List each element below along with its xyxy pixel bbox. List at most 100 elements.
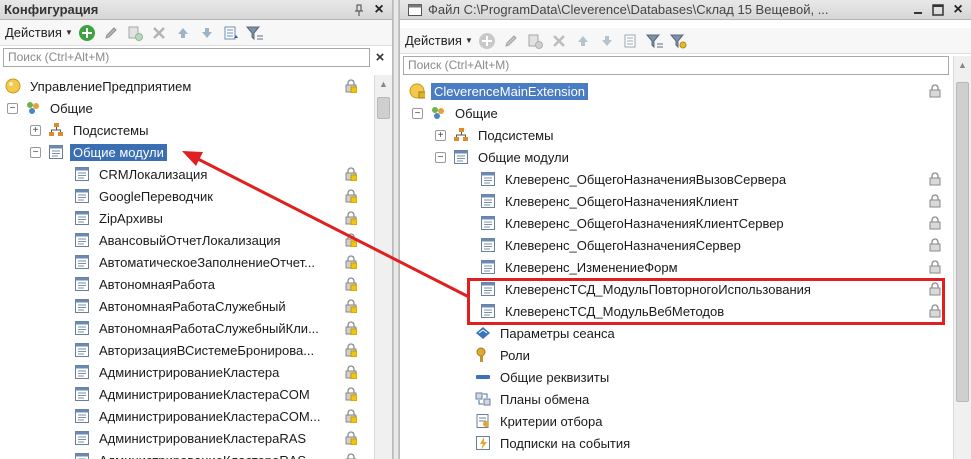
tree-item[interactable]: − Общие модули xyxy=(0,141,374,163)
edit-icon[interactable] xyxy=(101,23,121,43)
lock-icon xyxy=(345,365,357,379)
tree-item[interactable]: АвторизацияВСистемеБронирова... xyxy=(0,339,374,361)
scroll-up-icon[interactable]: ▲ xyxy=(375,75,392,93)
tree-item[interactable]: − Общие xyxy=(0,97,374,119)
minimize-icon[interactable] xyxy=(909,2,927,18)
tree-item[interactable]: АдминистрированиеКластера xyxy=(0,361,374,383)
add-icon[interactable] xyxy=(77,23,97,43)
tree-item[interactable]: − Общие xyxy=(400,102,953,124)
tree-item[interactable]: АвтономнаяРаботаСлужебный xyxy=(0,295,374,317)
configuration-tree: УправлениеПредприятием − Общие + Подсистемы −… xyxy=(0,75,374,459)
move-down-icon[interactable] xyxy=(597,31,617,51)
config-root-icon xyxy=(5,78,21,94)
tree-item[interactable]: Клеверенс_ОбщегоНазначенияСервер xyxy=(400,234,953,256)
tree-item-label: Подсистемы xyxy=(478,127,554,143)
tree-item[interactable]: УправлениеПредприятием xyxy=(0,75,374,97)
tree-item[interactable]: CRMЛокализация xyxy=(0,163,374,185)
sort-icon[interactable] xyxy=(621,31,641,51)
collapse-icon[interactable]: − xyxy=(30,146,41,158)
filter-icon[interactable] xyxy=(645,31,665,51)
add-child-icon[interactable] xyxy=(525,31,545,51)
tree-item[interactable]: GoogleПереводчик xyxy=(0,185,374,207)
add-icon[interactable] xyxy=(477,31,497,51)
module-icon xyxy=(74,298,90,314)
maximize-icon[interactable] xyxy=(929,2,947,18)
move-down-icon[interactable] xyxy=(197,23,217,43)
delete-icon[interactable] xyxy=(549,31,569,51)
tree-item[interactable]: АвтономнаяРаботаСлужебныйКли... xyxy=(0,317,374,339)
close-icon[interactable]: × xyxy=(370,1,388,18)
tree-item[interactable]: АдминистрированиеКластераCOM xyxy=(0,383,374,405)
tree-item[interactable]: Параметры сеанса xyxy=(400,322,953,344)
search-input[interactable] xyxy=(403,55,949,75)
tree-item[interactable]: АвтономнаяРабота xyxy=(0,273,374,295)
tree-item[interactable]: Клеверенс_ОбщегоНазначенияКлиент xyxy=(400,190,953,212)
scroll-thumb[interactable] xyxy=(956,82,969,402)
tree-item[interactable]: Критерии отбора xyxy=(400,410,953,432)
tree-item-label: CRMЛокализация xyxy=(99,166,208,182)
scrollbar[interactable]: ▲ xyxy=(374,75,392,459)
tree-item[interactable]: CleverenceMainExtension xyxy=(400,80,953,102)
session-params-icon xyxy=(475,325,491,341)
tree-item-label: Клеверенс_ОбщегоНазначенияКлиент xyxy=(505,193,739,209)
tree-item[interactable]: Общие реквизиты xyxy=(400,366,953,388)
tree-item[interactable]: Планы обмена xyxy=(400,388,953,410)
move-up-icon[interactable] xyxy=(573,31,593,51)
tree-item[interactable]: Клеверенс_ИзменениеФорм xyxy=(400,256,953,278)
search-input[interactable] xyxy=(3,47,370,67)
lock-icon xyxy=(345,189,357,203)
tree-item[interactable]: Клеверенс_ОбщегоНазначенияВызовСервера xyxy=(400,168,953,190)
tree-item-label: АвторизацияВСистемеБронирова... xyxy=(99,342,315,358)
extension-tree: CleverenceMainExtension − Общие + Подсистемы… xyxy=(400,80,953,459)
chevron-down-icon: ▼ xyxy=(64,28,73,37)
roles-icon xyxy=(475,347,491,363)
lock-icon xyxy=(345,343,357,357)
tree-item[interactable]: + Подсистемы xyxy=(0,119,374,141)
collapse-icon[interactable]: − xyxy=(7,102,18,114)
tree-item[interactable]: АвтоматическоеЗаполнениеОтчет... xyxy=(0,251,374,273)
tree-item[interactable]: − Общие модули xyxy=(400,146,953,168)
tree-item[interactable]: АвансовыйОтчетЛокализация xyxy=(0,229,374,251)
expand-icon[interactable]: + xyxy=(435,129,446,141)
expand-icon[interactable]: + xyxy=(30,124,41,136)
lock-icon xyxy=(345,409,357,423)
window-icon xyxy=(406,2,424,18)
tree-item[interactable]: Подписки на события xyxy=(400,432,953,454)
collapse-icon[interactable]: − xyxy=(435,151,446,163)
lock-icon xyxy=(345,277,357,291)
tree-item-label: Клеверенс_ОбщегоНазначенияВызовСервера xyxy=(505,171,787,187)
tree-item[interactable]: АдминистрированиеКластераRAS... xyxy=(0,449,374,459)
scrollbar[interactable]: ▲ xyxy=(953,56,971,459)
lock-icon xyxy=(345,255,357,269)
scroll-thumb[interactable] xyxy=(377,97,390,119)
tree-item-label: Критерии отбора xyxy=(500,413,603,429)
tree-item[interactable]: АдминистрированиеКластераRAS xyxy=(0,427,374,449)
sort-icon[interactable] xyxy=(221,23,241,43)
add-child-icon[interactable] xyxy=(125,23,145,43)
filter-settings-icon[interactable] xyxy=(669,31,689,51)
actions-menu[interactable]: Действия ▼ xyxy=(3,25,77,40)
module-icon xyxy=(480,215,496,231)
tree-item[interactable]: АдминистрированиеКластераCOM... xyxy=(0,405,374,427)
filter-criteria-icon xyxy=(475,413,491,429)
tree-item[interactable]: ZipАрхивы xyxy=(0,207,374,229)
tree-item[interactable]: Роли xyxy=(400,344,953,366)
subsystems-icon xyxy=(453,127,469,143)
filter-icon[interactable] xyxy=(245,23,265,43)
move-up-icon[interactable] xyxy=(173,23,193,43)
common-icon xyxy=(25,100,41,116)
scroll-up-icon[interactable]: ▲ xyxy=(954,56,971,74)
tree-item[interactable]: + Подсистемы xyxy=(400,124,953,146)
configuration-titlebar: Конфигурация × xyxy=(0,0,392,20)
collapse-icon[interactable]: − xyxy=(412,107,423,119)
edit-icon[interactable] xyxy=(501,31,521,51)
clear-search-icon[interactable]: × xyxy=(371,48,389,67)
tree-item[interactable]: Клеверенс_ОбщегоНазначенияКлиентСервер xyxy=(400,212,953,234)
tree-item-label: Общие xyxy=(50,100,93,116)
lock-icon xyxy=(929,238,941,252)
close-icon[interactable]: × xyxy=(949,1,967,18)
delete-icon[interactable] xyxy=(149,23,169,43)
module-icon xyxy=(74,452,90,459)
actions-menu[interactable]: Действия ▼ xyxy=(403,33,477,48)
pin-icon[interactable] xyxy=(350,2,368,18)
